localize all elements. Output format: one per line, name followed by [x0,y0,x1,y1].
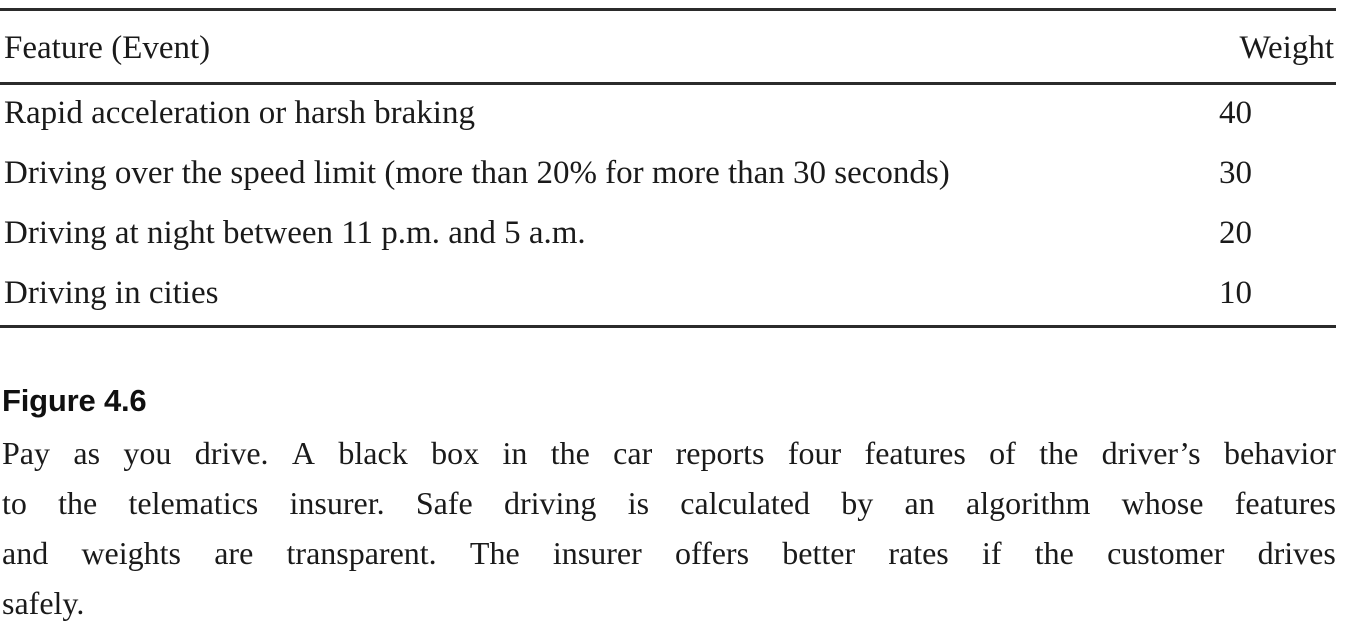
table-row: Driving in cities 10 [0,265,1336,325]
row-feature-label: Driving at night between 11 p.m. and 5 a… [4,215,586,251]
row-weight-value: 30 [1219,155,1252,191]
column-header-weight: Weight [1239,30,1335,66]
row-feature-label: Driving over the speed limit (more than … [4,155,950,191]
figure-page: Feature (Event) Weight Rapid acceleratio… [0,0,1350,644]
figure-caption-body: Pay as you drive. Ablack box in the car reports fo… [2,428,1336,628]
figure-number-label: Figure 4.6 [2,383,147,418]
figure-caption: Figure 4.6 Pay as you drive. Ablack box in the c… [2,383,1336,628]
row-weight-value: 10 [1219,275,1252,311]
row-feature-label: Driving in cities [4,275,219,311]
caption-line: Pay as you drive. Ablack box in the car reports fo… [2,434,1336,471]
row-feature-label: Rapid acceleration or harsh braking [4,95,475,131]
caption-line: safely. [2,584,85,621]
row-weight-value: 20 [1219,215,1252,251]
table-row: Driving at night between 11 p.m. and 5 a… [0,205,1336,265]
table-bottom-rule [0,325,1336,328]
table-row: Driving over the speed limit (more than … [0,145,1336,205]
caption-line: to the telematics insurer. Safe driving is calc… [2,484,1336,521]
caption-line: and weights are transparent. The insurer offer… [2,534,1336,571]
column-header-feature: Feature (Event) [4,30,211,66]
row-weight-value: 40 [1219,95,1252,131]
weights-table: Feature (Event) Weight Rapid acceleratio… [0,0,1336,328]
table-row: Rapid acceleration or harsh braking 40 [0,85,1336,145]
table-header-row: Feature (Event) Weight [0,11,1336,82]
